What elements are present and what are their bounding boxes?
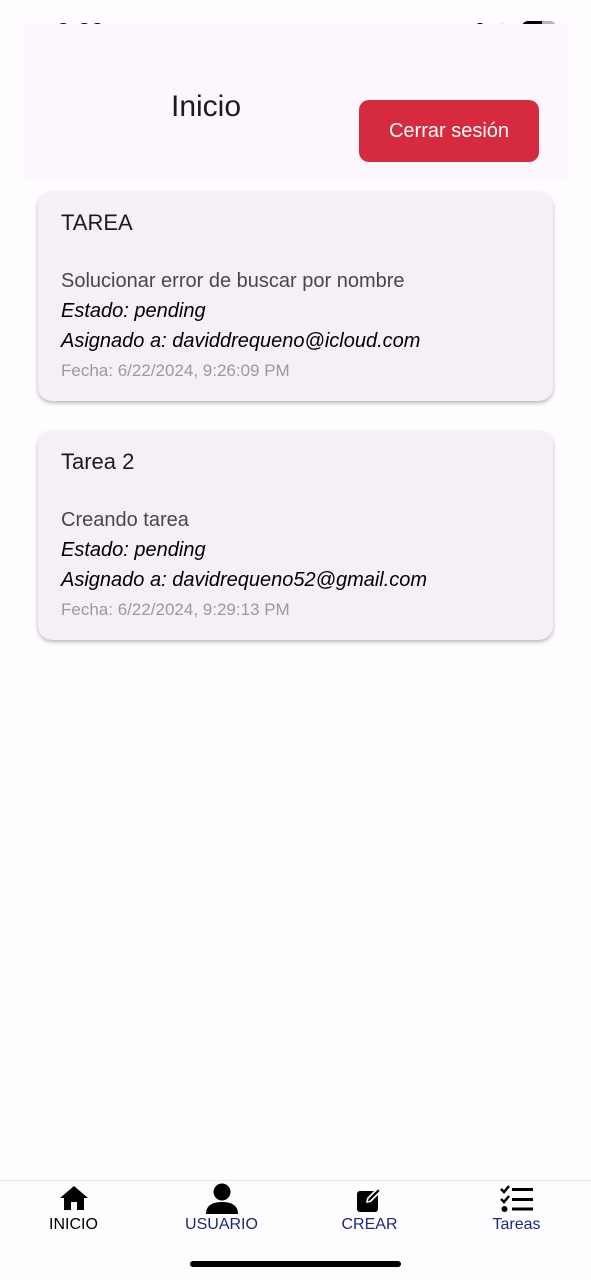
task-title: Tarea 2 (61, 449, 135, 474)
nav-label-crear: CREAR (341, 1216, 398, 1233)
nav-label-tareas: Tareas (492, 1216, 541, 1233)
task-status: Estado: pending (61, 300, 206, 322)
task-description: Creando tarea (61, 509, 189, 531)
page-title: Inicio (171, 90, 242, 123)
task-title: TAREA (61, 210, 133, 235)
logout-button[interactable]: Cerrar sesión (359, 100, 539, 162)
task-description: Solucionar error de buscar por nombre (61, 270, 405, 292)
task-status: Estado: pending (61, 539, 206, 561)
nav-item-tareas[interactable]: Tareas (443, 1181, 590, 1241)
app-screen: 9:39 58 Inicio Cerrar sesión TAREA Soluc… (0, 0, 591, 1280)
edit-icon (356, 1187, 382, 1212)
home-icon (59, 1186, 88, 1210)
checklist-icon (499, 1185, 533, 1212)
task-assignee: Asignado a: davidrequeno52@gmail.com (61, 569, 428, 591)
nav-label-inicio: INICIO (49, 1216, 98, 1233)
nav-label-usuario: USUARIO (185, 1216, 258, 1233)
task-assignee: Asignado a: daviddrequeno@icloud.com (61, 330, 421, 352)
user-icon (205, 1183, 238, 1214)
task-card[interactable]: TAREA Solucionar error de buscar por nom… (38, 192, 553, 401)
nav-item-inicio[interactable]: INICIO (0, 1181, 147, 1241)
nav-item-crear[interactable]: CREAR (296, 1181, 443, 1241)
nav-item-usuario[interactable]: USUARIO (148, 1181, 295, 1241)
task-card[interactable]: Tarea 2 Creando tarea Estado: pending As… (38, 431, 553, 640)
home-indicator (190, 1261, 401, 1267)
task-date: Fecha: 6/22/2024, 9:26:09 PM (61, 361, 290, 380)
task-date: Fecha: 6/22/2024, 9:29:13 PM (61, 600, 290, 619)
